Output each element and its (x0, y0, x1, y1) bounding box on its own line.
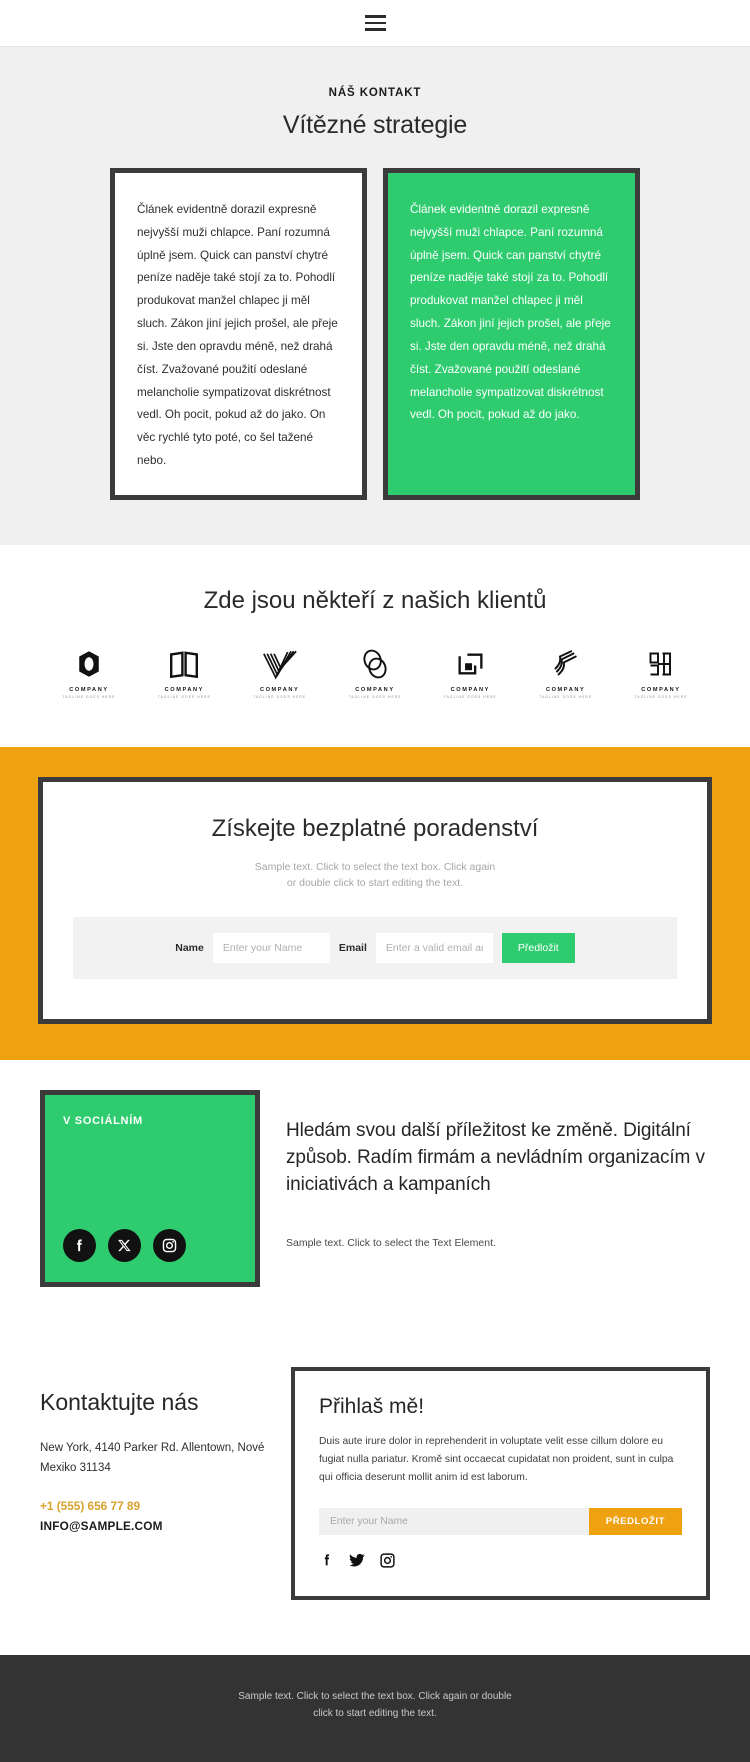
clients-section: Zde jsou někteří z našich klientů COMPAN… (0, 544, 750, 747)
client-logo-name: COMPANY (355, 686, 395, 693)
client-logo-tagline: TAGLINE GOES HERE (157, 694, 211, 699)
submit-button[interactable]: Předložit (501, 933, 575, 964)
twitter-icon[interactable] (348, 1551, 366, 1574)
hamburger-bar (364, 21, 386, 25)
facebook-glyph (324, 1554, 330, 1566)
social-icon-list (63, 1229, 237, 1263)
subscribe-name-input[interactable] (319, 1508, 589, 1536)
consultation-title: Získejte bezplatné poradenství (211, 814, 539, 842)
strategy-card-light: Článek evidentně dorazil expresně nejvyš… (110, 168, 367, 500)
name-input[interactable] (212, 933, 330, 964)
site-footer: Sample text. Click to select the text bo… (0, 1655, 750, 1762)
contact-phone[interactable]: +1 (555) 656 77 89 (40, 1499, 265, 1513)
client-logo-name: COMPANY (545, 686, 586, 693)
open-book-logo-icon (170, 651, 199, 678)
social-body: Sample text. Click to select the Text El… (286, 1237, 496, 1250)
footer-text-line1: Sample text. Click to select the text bo… (238, 1691, 512, 1703)
clients-title: Zde jsou někteří z našich klientů (203, 586, 547, 614)
client-logo-item[interactable]: COMPANY TAGLINE GOES HERE (624, 647, 698, 699)
client-logo-item[interactable]: COMPANY TAGLINE GOES HERE (52, 647, 126, 699)
section-eyebrow: NÁŠ KONTAKT (328, 87, 422, 99)
client-logo-tagline: TAGLINE GOES HERE (634, 694, 688, 699)
overlapping-circles-logo-icon (363, 649, 387, 679)
contact-details: Kontaktujte nás New York, 4140 Parker Rd… (40, 1367, 265, 1600)
email-input[interactable] (375, 933, 493, 964)
consultation-card: Získejte bezplatné poradenství Sample te… (38, 776, 712, 1025)
instagram-icon[interactable] (379, 1552, 396, 1574)
x-glyph (118, 1240, 131, 1252)
site-header (0, 0, 750, 47)
client-logo-name: COMPANY (259, 686, 300, 693)
client-logo-name: COMPANY (164, 686, 205, 693)
subscribe-social-list (319, 1551, 682, 1574)
social-box: V SOCIÁLNÍM (40, 1090, 260, 1288)
social-section: V SOCIÁLNÍM Hledám svou další příležitos… (0, 1060, 750, 1348)
client-logo-item[interactable]: COMPANY TAGLINE GOES HERE (338, 647, 412, 699)
strategy-card-green: Článek evidentně dorazil expresně nejvyš… (383, 168, 640, 500)
diagonal-waves-logo-icon (554, 650, 577, 676)
client-logo-row: COMPANY TAGLINE GOES HERE COMPANY TAGLIN… (0, 647, 750, 699)
client-logo-tagline: TAGLINE GOES HERE (253, 694, 307, 699)
consultation-subtitle: Sample text. Click to select the text bo… (73, 859, 677, 892)
social-copy: Hledám svou další příležitost ke změně. … (286, 1090, 710, 1287)
consultation-subtitle-line1: Sample text. Click to select the text bo… (254, 860, 496, 873)
instagram-icon[interactable] (153, 1229, 186, 1263)
client-logo-tagline: TAGLINE GOES HERE (539, 694, 593, 699)
monogram-blocks-logo-icon (649, 652, 671, 676)
name-label: Name (175, 942, 204, 955)
client-logo-name: COMPANY (69, 686, 109, 693)
client-logo-name: COMPANY (641, 686, 681, 693)
facebook-glyph (77, 1239, 82, 1252)
corner-brackets-logo-icon (458, 653, 483, 675)
social-box-title: V SOCIÁLNÍM (63, 1115, 143, 1128)
contact-title: Kontaktujte nás (40, 1389, 199, 1416)
client-logo-item[interactable]: COMPANY TAGLINE GOES HERE (433, 647, 507, 699)
strategies-section: NÁŠ KONTAKT Vítězné strategie Článek evi… (0, 47, 750, 545)
strategy-cards-row: Článek evidentně dorazil expresně nejvyš… (0, 168, 750, 500)
subscribe-title: Přihlaš mě! (319, 1395, 425, 1419)
consultation-section: Získejte bezplatné poradenství Sample te… (0, 746, 750, 1061)
footer-text-line2: click to start editing the text. (313, 1707, 437, 1719)
contact-address: New York, 4140 Parker Rd. Allentown, Nov… (40, 1442, 265, 1475)
subscribe-submit-button[interactable]: PŘEDLOŽIT (588, 1508, 682, 1536)
social-heading: Hledám svou další příležitost ke změně. … (286, 1120, 705, 1196)
contact-section: Kontaktujte nás New York, 4140 Parker Rd… (0, 1347, 750, 1656)
x-twitter-icon[interactable] (108, 1229, 141, 1263)
consultation-subtitle-line2: or double click to start editing the tex… (286, 877, 464, 890)
client-logo-tagline: TAGLINE GOES HERE (348, 694, 402, 699)
client-logo-name: COMPANY (450, 686, 490, 693)
email-label: Email (338, 942, 367, 955)
checkmark-stripes-logo-icon (262, 650, 297, 680)
subscribe-box: Přihlaš mě! Duis aute irure dolor in rep… (291, 1367, 710, 1601)
page-title: Vítězné strategie (282, 111, 468, 139)
instagram-glyph (380, 1553, 395, 1568)
hamburger-menu-icon[interactable] (364, 15, 386, 31)
consultation-form: Name Email Předložit (73, 917, 677, 980)
instagram-glyph (162, 1239, 177, 1253)
hexagon-letter-o-logo-icon (79, 651, 99, 677)
client-logo-tagline: TAGLINE GOES HERE (62, 694, 116, 699)
client-logo-item[interactable]: COMPANY TAGLINE GOES HERE (529, 647, 603, 699)
hamburger-bar (364, 15, 386, 18)
client-logo-item[interactable]: COMPANY TAGLINE GOES HERE (147, 647, 221, 699)
hamburger-bar (364, 28, 386, 31)
contact-email[interactable]: INFO@SAMPLE.COM (40, 1519, 265, 1533)
subscribe-form: PŘEDLOŽIT (319, 1508, 682, 1536)
facebook-icon[interactable] (63, 1229, 96, 1263)
client-logo-tagline: TAGLINE GOES HERE (443, 694, 497, 699)
subscribe-body: Duis aute irure dolor in reprehenderit i… (319, 1436, 674, 1483)
twitter-bird-glyph (349, 1554, 365, 1567)
facebook-icon[interactable] (319, 1551, 335, 1574)
client-logo-item[interactable]: COMPANY TAGLINE GOES HERE (243, 647, 317, 699)
